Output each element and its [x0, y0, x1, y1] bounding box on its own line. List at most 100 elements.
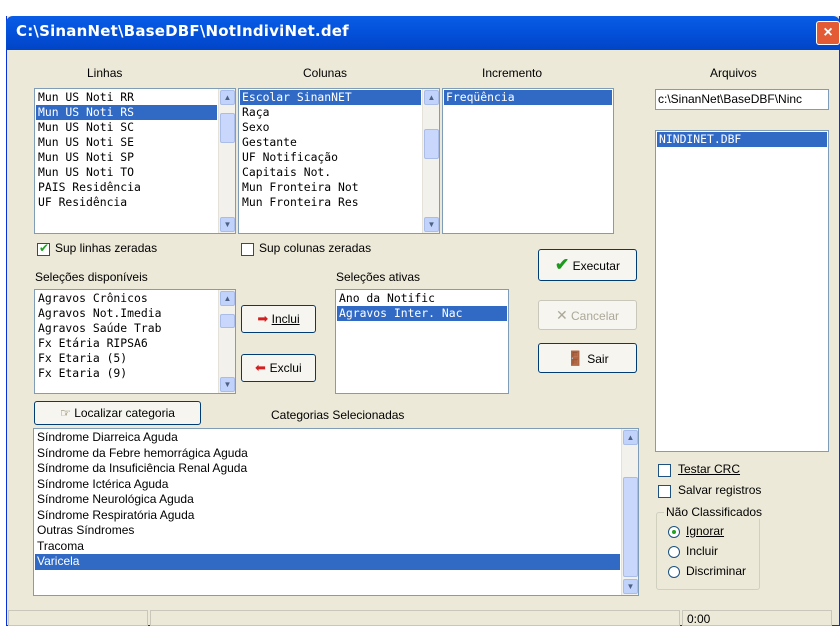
close-button[interactable]: ×: [816, 21, 840, 45]
list-item[interactable]: Mun US Noti RS: [36, 105, 217, 120]
arquivos-items: NINDINET.DBF: [657, 132, 827, 450]
pointer-icon: ☞: [60, 406, 71, 420]
discriminar-label: Discriminar: [686, 564, 746, 578]
scroll-thumb[interactable]: [424, 129, 439, 159]
title-bar: C:\SinanNet\BaseDBF\NotIndiviNet.def ×: [6, 16, 840, 50]
list-item[interactable]: Mun US Noti SE: [36, 135, 217, 150]
status-panel-2: [150, 610, 680, 626]
incremento-list[interactable]: Freqüência: [442, 88, 614, 234]
door-icon: 🚪: [566, 350, 584, 366]
colunas-header: Colunas: [303, 66, 348, 80]
localizar-label: Localizar categoria: [74, 406, 175, 420]
status-panel-time: 0:00: [682, 610, 832, 626]
exclui-label: Exclui: [269, 361, 302, 375]
list-item[interactable]: NINDINET.DBF: [657, 132, 827, 147]
list-item[interactable]: Varicela: [35, 554, 620, 570]
list-item[interactable]: Capitais Not.: [240, 165, 421, 180]
sup-linhas-checkbox[interactable]: ✔: [37, 241, 50, 256]
inclui-label: Inclui: [271, 312, 300, 326]
ignorar-radio[interactable]: [668, 526, 680, 538]
discriminar-radio[interactable]: [668, 566, 680, 578]
categorias-items: Síndrome Diarreica Aguda Síndrome da Febr…: [35, 430, 620, 594]
list-item[interactable]: Fx Etaria (9): [36, 366, 217, 381]
checkmark-icon: ✔: [39, 241, 50, 255]
scroll-down-icon[interactable]: ▼: [220, 217, 235, 232]
salvar-registros-checkbox[interactable]: [658, 485, 671, 498]
colunas-list[interactable]: Escolar SinanNET Raça Sexo Gestante UF Notif…: [238, 88, 440, 234]
list-item[interactable]: UF Notificação: [240, 150, 421, 165]
list-item[interactable]: Agravos Inter. Nac: [337, 306, 507, 321]
list-item[interactable]: Mun US Noti SC: [36, 120, 217, 135]
list-item[interactable]: Outras Síndromes: [35, 523, 620, 539]
cancelar-button[interactable]: ✕ Cancelar: [538, 300, 637, 330]
scroll-up-icon[interactable]: ▲: [623, 430, 638, 445]
executar-label: Executar: [572, 259, 620, 273]
linhas-scrollbar[interactable]: ▲ ▼: [218, 89, 235, 233]
list-item[interactable]: Mun US Noti SP: [36, 150, 217, 165]
nao-classificados-label: Não Classificados: [664, 505, 765, 519]
scroll-thumb[interactable]: [220, 113, 235, 143]
list-item[interactable]: Freqüência: [444, 90, 612, 105]
selecoes-ativas-label: Seleções ativas: [336, 270, 421, 284]
list-item[interactable]: Mun US Noti RR: [36, 90, 217, 105]
selecoes-disponiveis-scrollbar[interactable]: ▲ ▼: [218, 290, 235, 393]
checkmark-icon: ✔: [555, 255, 570, 274]
executar-button[interactable]: ✔ Executar: [538, 249, 637, 281]
list-item[interactable]: Síndrome Diarreica Aguda: [35, 430, 620, 446]
list-item[interactable]: Gestante: [240, 135, 421, 150]
list-item[interactable]: Sexo: [240, 120, 421, 135]
cancelar-label: Cancelar: [571, 309, 620, 323]
list-item[interactable]: Agravos Not.Imedia: [36, 306, 217, 321]
categorias-list[interactable]: Síndrome Diarreica Aguda Síndrome da Febr…: [33, 428, 639, 596]
scroll-thumb[interactable]: [220, 314, 235, 328]
sair-label: Sair: [587, 352, 609, 366]
scroll-thumb[interactable]: [623, 477, 638, 577]
categorias-scrollbar[interactable]: ▲ ▼: [621, 429, 638, 595]
scroll-up-icon[interactable]: ▲: [220, 90, 235, 105]
list-item[interactable]: PAIS Residência: [36, 180, 217, 195]
list-item[interactable]: Síndrome da Insuficiência Renal Aguda: [35, 461, 620, 477]
scroll-up-icon[interactable]: ▲: [424, 90, 439, 105]
testar-crc-label: Testar CRC: [678, 462, 741, 476]
list-item[interactable]: Mun Fronteira Not: [240, 180, 421, 195]
inclui-button[interactable]: ➡ Inclui: [241, 305, 316, 333]
list-item[interactable]: Síndrome Ictérica Aguda: [35, 477, 620, 493]
incluir-radio[interactable]: [668, 546, 680, 558]
list-item[interactable]: Fx Etária RIPSA6: [36, 336, 217, 351]
list-item[interactable]: Raça: [240, 105, 421, 120]
scroll-down-icon[interactable]: ▼: [623, 579, 638, 594]
categorias-label: Categorias Selecionadas: [271, 408, 405, 422]
selecoes-disponiveis-list[interactable]: Agravos Crônicos Agravos Not.Imedia Agravo…: [34, 289, 236, 394]
scroll-down-icon[interactable]: ▼: [424, 217, 439, 232]
arrow-right-icon: ➡: [257, 311, 269, 326]
list-item[interactable]: Síndrome Respiratória Aguda: [35, 508, 620, 524]
list-item[interactable]: Síndrome da Febre hemorrágica Aguda: [35, 446, 620, 462]
incluir-label: Incluir: [686, 544, 719, 558]
exclui-button[interactable]: ➡ Exclui: [241, 354, 316, 382]
list-item[interactable]: Tracoma: [35, 539, 620, 555]
arquivos-list[interactable]: NINDINET.DBF: [655, 130, 829, 452]
list-item[interactable]: Agravos Saúde Trab: [36, 321, 217, 336]
scroll-up-icon[interactable]: ▲: [220, 291, 235, 306]
arrow-left-icon: ➡: [255, 360, 267, 375]
sair-button[interactable]: 🚪 Sair: [538, 343, 637, 373]
list-item[interactable]: Escolar SinanNET: [240, 90, 421, 105]
sup-colunas-checkbox[interactable]: [241, 243, 254, 256]
list-item[interactable]: Mun US Noti TO: [36, 165, 217, 180]
list-item[interactable]: Mun Fronteira Res: [240, 195, 421, 210]
testar-crc-checkbox[interactable]: [658, 464, 671, 477]
linhas-list[interactable]: Mun US Noti RR Mun US Noti RS Mun US Noti …: [34, 88, 236, 234]
colunas-scrollbar[interactable]: ▲ ▼: [422, 89, 439, 233]
arquivos-path-field[interactable]: c:\SinanNet\BaseDBF\Ninc: [655, 89, 829, 110]
linhas-header: Linhas: [87, 66, 123, 80]
list-item[interactable]: Ano da Notific: [337, 291, 507, 306]
selecoes-ativas-list[interactable]: Ano da Notific Agravos Inter. Nac: [335, 289, 509, 394]
list-item[interactable]: Fx Etaria (5): [36, 351, 217, 366]
incremento-items: Freqüência: [444, 90, 612, 232]
list-item[interactable]: UF Residência: [36, 195, 217, 210]
localizar-categoria-button[interactable]: ☞ Localizar categoria: [34, 401, 201, 425]
scroll-down-icon[interactable]: ▼: [220, 377, 235, 392]
list-item[interactable]: Síndrome Neurológica Aguda: [35, 492, 620, 508]
incremento-header: Incremento: [482, 66, 543, 80]
list-item[interactable]: Agravos Crônicos: [36, 291, 217, 306]
